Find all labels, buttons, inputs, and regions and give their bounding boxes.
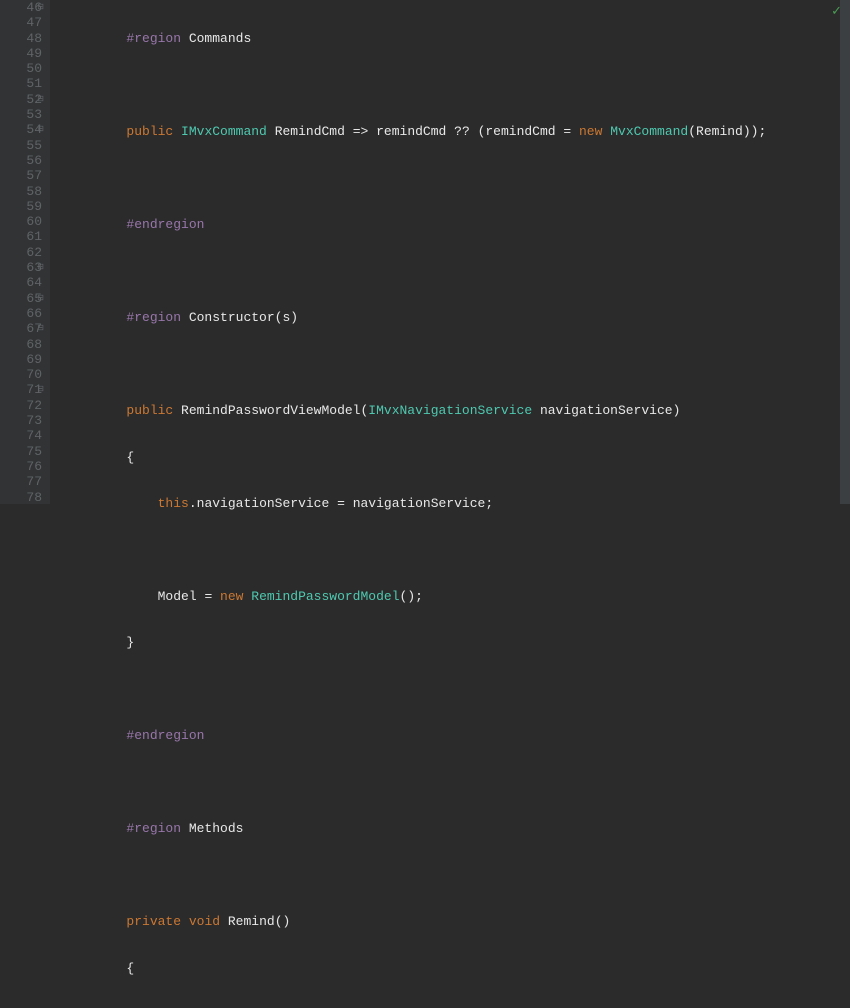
line-number: 77 <box>0 474 42 489</box>
code-line[interactable] <box>64 775 850 790</box>
fold-toggle-icon[interactable]: ⊟ <box>37 321 44 336</box>
code-line[interactable] <box>64 78 850 93</box>
code-line[interactable]: } <box>64 635 850 650</box>
line-number: 78 <box>0 490 42 505</box>
fold-toggle-icon[interactable]: ⊟ <box>37 92 44 107</box>
fold-toggle-icon[interactable]: ⊟ <box>37 122 44 137</box>
line-number: 53 <box>0 107 42 122</box>
code-line[interactable] <box>64 682 850 697</box>
code-editor[interactable]: 46⊟474849505152⊟5354⊟555657585960616263⊟… <box>0 0 850 504</box>
line-number: 48 <box>0 31 42 46</box>
line-number: 71⊟ <box>0 382 42 397</box>
line-number: 73 <box>0 413 42 428</box>
code-line[interactable]: #endregion <box>64 728 850 743</box>
line-number: 57 <box>0 168 42 183</box>
code-line[interactable]: { <box>64 450 850 465</box>
line-number: 70 <box>0 367 42 382</box>
line-number: 67⊟ <box>0 321 42 336</box>
line-number: 55 <box>0 138 42 153</box>
line-number: 62 <box>0 245 42 260</box>
line-number: 47 <box>0 15 42 30</box>
line-number: 74 <box>0 428 42 443</box>
fold-toggle-icon[interactable]: ⊟ <box>37 260 44 275</box>
code-area[interactable]: #region Commands public IMvxCommand Remi… <box>50 0 850 504</box>
line-number: 64 <box>0 275 42 290</box>
line-number: 68 <box>0 337 42 352</box>
line-number: 52⊟ <box>0 92 42 107</box>
line-number: 72 <box>0 398 42 413</box>
line-number: 54⊟ <box>0 122 42 137</box>
fold-toggle-icon[interactable]: ⊟ <box>37 382 44 397</box>
line-number: 49 <box>0 46 42 61</box>
code-line[interactable] <box>64 357 850 372</box>
code-line[interactable]: private void Remind() <box>64 914 850 929</box>
code-line[interactable]: public IMvxCommand RemindCmd => remindCm… <box>64 124 850 139</box>
line-number: 76 <box>0 459 42 474</box>
code-line[interactable] <box>64 543 850 558</box>
code-line[interactable]: if (string.IsNullOrEmpty(Model.Email)) <box>64 1007 850 1008</box>
line-number: 50 <box>0 61 42 76</box>
line-number: 58 <box>0 184 42 199</box>
line-number: 56 <box>0 153 42 168</box>
line-number: 60 <box>0 214 42 229</box>
vertical-scrollbar[interactable] <box>840 0 850 504</box>
line-number: 66 <box>0 306 42 321</box>
code-line[interactable]: #endregion <box>64 217 850 232</box>
line-number: 51 <box>0 76 42 91</box>
line-number: 61 <box>0 229 42 244</box>
code-line[interactable]: #region Constructor(s) <box>64 310 850 325</box>
fold-toggle-icon[interactable]: ⊟ <box>37 291 44 306</box>
line-number: 75 <box>0 444 42 459</box>
fold-toggle-icon[interactable]: ⊟ <box>37 0 44 15</box>
line-number: 69 <box>0 352 42 367</box>
code-line[interactable]: Model = new RemindPasswordModel(); <box>64 589 850 604</box>
code-line[interactable]: { <box>64 961 850 976</box>
line-number-gutter: 46⊟474849505152⊟5354⊟555657585960616263⊟… <box>0 0 50 504</box>
line-number: 65⊟ <box>0 291 42 306</box>
code-line[interactable] <box>64 171 850 186</box>
line-number: 46⊟ <box>0 0 42 15</box>
code-line[interactable]: #region Commands <box>64 31 850 46</box>
code-line[interactable]: #region Methods <box>64 821 850 836</box>
code-line[interactable] <box>64 264 850 279</box>
code-line[interactable] <box>64 868 850 883</box>
line-number: 63⊟ <box>0 260 42 275</box>
code-line[interactable]: public RemindPasswordViewModel(IMvxNavig… <box>64 403 850 418</box>
line-number: 59 <box>0 199 42 214</box>
